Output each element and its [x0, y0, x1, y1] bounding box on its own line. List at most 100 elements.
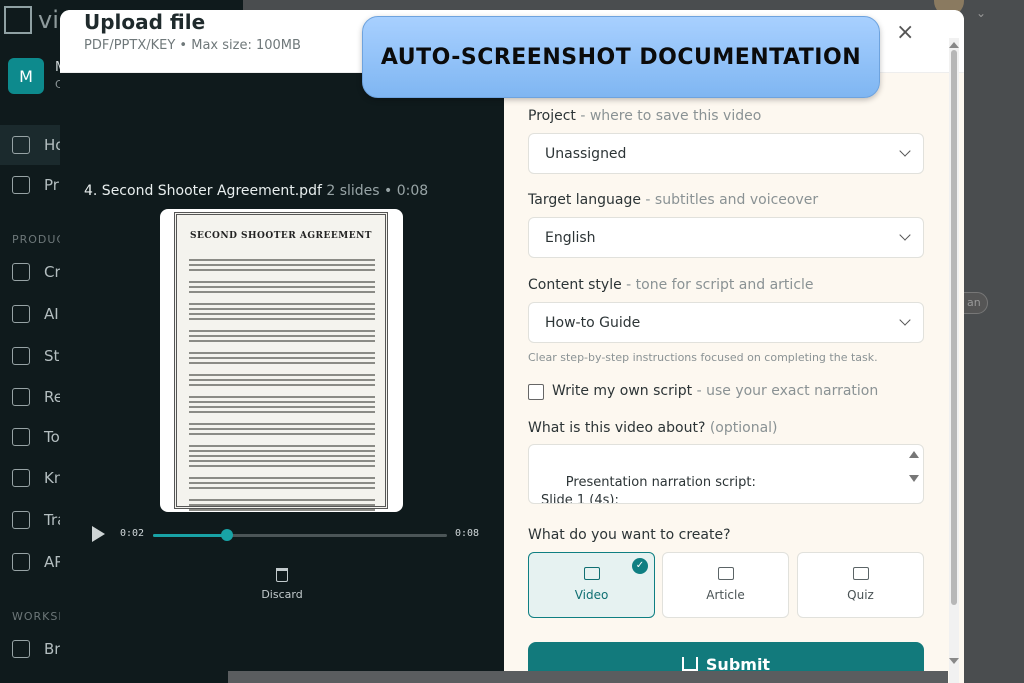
- sidebar-item-projects[interactable]: Pr: [12, 176, 59, 194]
- video-camera-icon: [583, 567, 600, 580]
- target-language-select[interactable]: English: [528, 217, 924, 258]
- sidebar-item-repurpose[interactable]: Re: [12, 388, 63, 406]
- sidebar-item-training[interactable]: Tra: [12, 511, 66, 529]
- sidebar-item-knowledge[interactable]: Kn: [12, 469, 63, 487]
- document-text-line: [189, 401, 375, 403]
- select-value: How-to Guide: [545, 315, 641, 331]
- label-hint: - tone for script and article: [621, 277, 814, 293]
- document-text-line: [189, 384, 375, 386]
- file-name: 4. Second Shooter Agreement.pdf: [84, 183, 322, 199]
- document-text-line: [189, 438, 375, 442]
- document-text-line: [189, 455, 375, 457]
- modal-subtitle: PDF/PPTX/KEY • Max size: 100MB: [84, 38, 301, 53]
- project-label: Project - where to save this video: [528, 108, 761, 124]
- textarea-scroll-up[interactable]: [909, 451, 919, 458]
- project-select[interactable]: Unassigned: [528, 133, 924, 174]
- document-text-line: [189, 357, 375, 359]
- sidebar-item-api[interactable]: AP: [12, 553, 63, 571]
- sidebar-item-tools[interactable]: To: [12, 428, 60, 446]
- wrench-icon: [12, 428, 30, 446]
- document-text-line: [189, 340, 375, 342]
- seek-handle[interactable]: [220, 529, 233, 541]
- seek-bar-fill: [153, 534, 227, 537]
- own-script-label[interactable]: Write my own script - use your exact nar…: [552, 383, 878, 399]
- about-textarea[interactable]: Presentation narration script: Slide 1 (…: [528, 444, 924, 504]
- horizontal-scrollbar[interactable]: [228, 671, 948, 683]
- form-pane: Project - where to save this video Unass…: [504, 73, 964, 683]
- document-text-line: [189, 379, 375, 381]
- sidebar-item-home[interactable]: Ho: [12, 136, 64, 154]
- label-hint: - use your exact narration: [692, 383, 879, 399]
- textarea-scroll-down[interactable]: [909, 475, 919, 482]
- sidebar-item-label: AI: [44, 305, 59, 323]
- plus-icon: [12, 263, 30, 281]
- documentation-banner: AUTO-SCREENSHOT DOCUMENTATION: [362, 16, 880, 98]
- seek-bar[interactable]: [153, 529, 447, 541]
- select-value: English: [545, 230, 596, 246]
- sidebar-item-label: Pr: [44, 176, 59, 194]
- upload-icon: [681, 657, 698, 671]
- document-text-line: [189, 504, 375, 506]
- document-text-line: [189, 259, 375, 261]
- discard-button[interactable]: Discard: [252, 568, 312, 601]
- close-button[interactable]: ×: [896, 20, 914, 45]
- sidebar-item-ai[interactable]: AI: [12, 305, 59, 323]
- scroll-down-arrow[interactable]: [949, 658, 959, 664]
- sidebar-item-create[interactable]: Cr: [12, 263, 61, 281]
- document-text-line: [189, 335, 375, 337]
- document-text-line: [189, 406, 375, 408]
- document-text-line: [189, 450, 375, 452]
- folder-icon: [12, 176, 30, 194]
- document-text-line: [189, 482, 375, 484]
- content-style-select[interactable]: How-to Guide: [528, 302, 924, 343]
- about-label: What is this video about? (optional): [528, 420, 778, 436]
- create-option-quiz[interactable]: Quiz: [797, 552, 924, 618]
- scroll-thumb[interactable]: [951, 50, 957, 605]
- magic-wand-icon: [12, 305, 30, 323]
- option-label: Article: [706, 588, 745, 602]
- document-text-line: [189, 433, 375, 435]
- document-text-line: [189, 423, 375, 425]
- sidebar-item-label: Cr: [44, 263, 61, 281]
- scroll-up-arrow[interactable]: [949, 42, 959, 48]
- document-text-line: [189, 477, 375, 479]
- play-icon[interactable]: [92, 526, 105, 542]
- audio-player: 0:02 0:08: [90, 526, 490, 546]
- file-title: 4. Second Shooter Agreement.pdf 2 slides…: [84, 183, 428, 199]
- option-label: Quiz: [847, 588, 874, 602]
- home-icon: [12, 136, 30, 154]
- file-meta: 2 slides • 0:08: [326, 183, 429, 199]
- current-time: 0:02: [120, 528, 145, 539]
- document-text-line: [189, 396, 375, 398]
- document-text-line: [189, 318, 375, 320]
- document-text-line: [189, 428, 375, 430]
- create-option-article[interactable]: Article: [662, 552, 789, 618]
- document-text-line: [189, 330, 375, 332]
- modal-scrollbar[interactable]: [949, 38, 959, 683]
- graduation-cap-icon: [852, 567, 869, 580]
- create-option-video[interactable]: Video ✓: [528, 552, 655, 618]
- document-text-line: [189, 308, 375, 310]
- document-text-line: [189, 487, 375, 489]
- sidebar-item-studio[interactable]: St: [12, 347, 59, 365]
- document-thumbnail: SECOND SHOOTER AGREEMENT: [160, 209, 403, 512]
- create-label: What do you want to create?: [528, 527, 731, 543]
- chevron-down-icon[interactable]: ⌄: [976, 6, 986, 20]
- document-text-line: [189, 492, 375, 496]
- document-text-lines: [189, 259, 375, 514]
- label-hint: - where to save this video: [575, 108, 762, 124]
- select-value: Unassigned: [545, 146, 627, 162]
- target-language-label: Target language - subtitles and voiceove…: [528, 192, 818, 208]
- content-style-helper: Clear step-by-step instructions focused …: [528, 351, 878, 364]
- check-icon: ✓: [632, 558, 648, 574]
- sidebar-item-label: To: [44, 428, 60, 446]
- document-text-line: [189, 411, 375, 413]
- document-text-line: [189, 281, 375, 283]
- document-text-line: [189, 345, 375, 349]
- preview-pane: 4. Second Shooter Agreement.pdf 2 slides…: [60, 73, 504, 683]
- document-text-line: [189, 509, 375, 511]
- own-script-checkbox[interactable]: [528, 384, 544, 400]
- document-text-line: [189, 362, 375, 364]
- document-text-line: [189, 264, 375, 266]
- chevron-down-icon: [899, 314, 911, 326]
